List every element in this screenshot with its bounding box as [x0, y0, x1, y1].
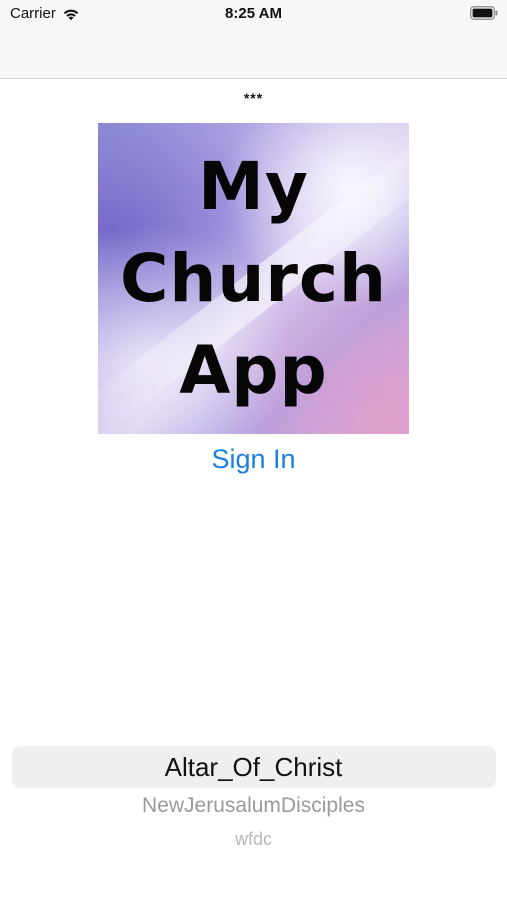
logo-text: My Church App: [98, 141, 409, 417]
logo-line-1: My: [198, 148, 309, 225]
picker-option[interactable]: wfdc: [0, 829, 507, 850]
logo-line-3: App: [179, 332, 328, 409]
picker-option[interactable]: NewJerusalumDisciples: [0, 794, 507, 818]
status-time: 8:25 AM: [225, 5, 282, 22]
status-bar: Carrier 8:25 AM: [0, 0, 507, 28]
battery-icon: [470, 6, 498, 20]
header-stars: ***: [243, 90, 264, 106]
logo-line-2: Church: [119, 240, 388, 317]
app-logo: My Church App: [98, 123, 409, 434]
sign-in-button[interactable]: Sign In: [0, 444, 507, 475]
picker-option-selected[interactable]: Altar_Of_Christ: [0, 752, 507, 783]
navigation-bar: [0, 28, 507, 79]
